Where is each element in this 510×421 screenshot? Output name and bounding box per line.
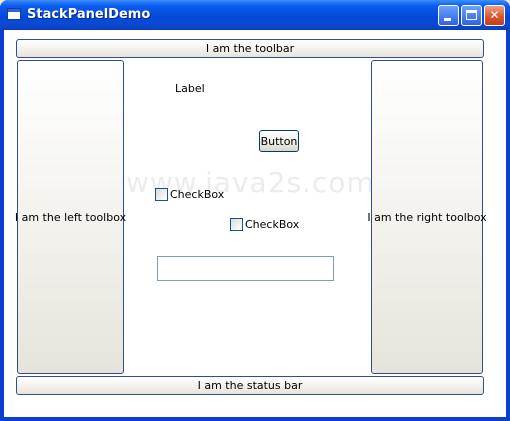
status-bar-button[interactable]: I am the status bar	[16, 376, 484, 395]
checkbox-2[interactable]: CheckBox	[230, 218, 299, 231]
window-title: StackPanelDemo	[27, 7, 151, 22]
title-bar[interactable]: StackPanelDemo ✕	[0, 0, 510, 30]
left-toolbox-button[interactable]: I am the left toolbox	[15, 60, 126, 374]
text-input[interactable]	[157, 256, 334, 281]
right-toolbox-button[interactable]: I am the right toolbox	[367, 60, 487, 374]
maximize-icon	[466, 10, 477, 20]
button[interactable]: Button	[259, 130, 299, 152]
minimize-button[interactable]	[438, 5, 459, 26]
checkbox-1[interactable]: CheckBox	[155, 188, 224, 201]
checkbox-1-box[interactable]	[155, 188, 168, 201]
close-button[interactable]: ✕	[484, 5, 505, 26]
window-icon	[7, 8, 21, 20]
checkbox-1-label: CheckBox	[170, 188, 225, 201]
client-area: www.java2s.com I am the toolbar I am the…	[4, 30, 506, 417]
toolbar-button[interactable]: I am the toolbar	[16, 39, 484, 58]
checkbox-2-label: CheckBox	[245, 218, 300, 231]
checkbox-2-box[interactable]	[230, 218, 243, 231]
maximize-button[interactable]	[461, 5, 482, 26]
close-icon: ✕	[489, 8, 500, 22]
label: Label	[175, 82, 205, 95]
app-window: StackPanelDemo ✕ www.java2s.com I am the…	[0, 0, 510, 421]
minimize-icon	[444, 18, 451, 21]
